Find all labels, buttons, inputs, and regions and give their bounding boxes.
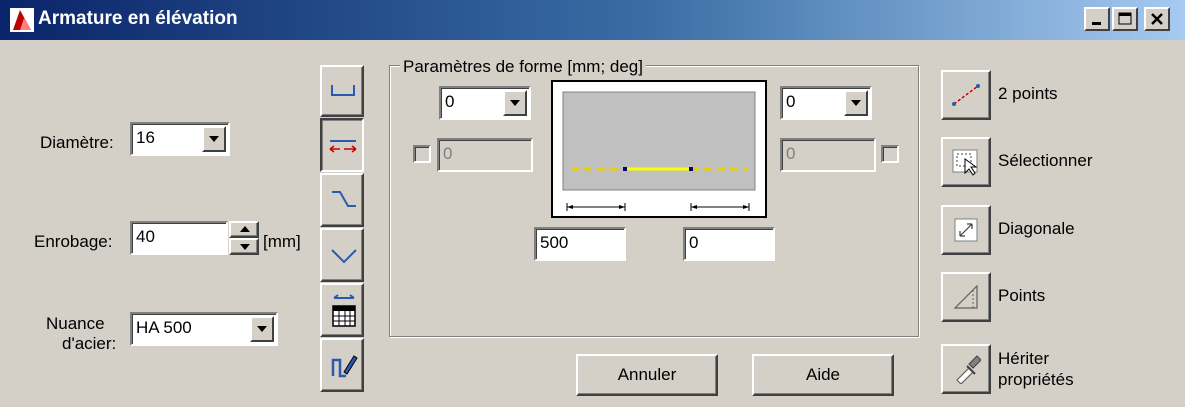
nuance-label-line2: d'acier: <box>62 334 117 353</box>
maximize-button[interactable] <box>1112 7 1138 31</box>
help-button[interactable]: Aide <box>752 354 894 396</box>
enrobage-unit: [mm] <box>263 232 301 251</box>
bent-down-icon <box>331 249 357 264</box>
inherit-label-line2: propriétés <box>998 370 1074 389</box>
enrobage-label: Enrobage: <box>34 232 113 251</box>
select-button[interactable] <box>941 137 991 187</box>
u-shape-button[interactable] <box>320 65 364 117</box>
right-angle-combo[interactable]: 0 <box>780 86 872 120</box>
eyedropper-icon <box>956 355 981 384</box>
right-hook-value: 0 <box>786 144 796 163</box>
left-hook-value: 0 <box>443 144 453 163</box>
left-hook-field[interactable]: 0 <box>437 138 533 172</box>
edit-shape-button[interactable] <box>320 338 364 392</box>
points-icon <box>953 284 978 309</box>
title-bar[interactable]: Armature en élévation <box>0 0 1185 40</box>
length-left-value: 500 <box>540 233 569 252</box>
u-shape-icon <box>331 85 355 96</box>
crank-shape-button[interactable] <box>320 173 364 227</box>
dropdown-arrow-icon <box>510 100 520 106</box>
enrobage-input[interactable]: 40 <box>130 221 228 255</box>
right-angle-value: 0 <box>786 92 796 111</box>
diagonal-label: Diagonale <box>998 219 1075 238</box>
diametre-dropdown-button[interactable] <box>202 126 226 152</box>
nuance-dropdown-button[interactable] <box>250 316 274 342</box>
points-label: Points <box>998 286 1046 305</box>
diametre-combo[interactable]: 16 <box>130 122 230 156</box>
cancel-label: Annuler <box>617 365 677 384</box>
spin-down-icon <box>240 244 250 250</box>
right-hook-checkbox[interactable] <box>881 145 899 163</box>
nuance-value: HA 500 <box>136 318 192 337</box>
dropdown-arrow-icon <box>209 136 219 142</box>
select-label: Sélectionner <box>998 151 1093 170</box>
app-icon <box>10 8 34 32</box>
bent-down-button[interactable] <box>320 228 364 282</box>
two-points-label: 2 points <box>998 84 1058 103</box>
dropdown-arrow-icon <box>257 326 267 332</box>
minimize-button[interactable] <box>1084 7 1110 31</box>
edit-shape-icon <box>331 355 358 378</box>
two-points-button[interactable] <box>941 70 991 120</box>
left-angle-dropdown-button[interactable] <box>503 90 527 116</box>
inherit-properties-button[interactable] <box>941 344 991 394</box>
length-right-value: 0 <box>689 233 699 252</box>
straight-bar-icon <box>329 140 357 153</box>
calendar-button[interactable] <box>320 283 364 337</box>
maximize-icon <box>1118 12 1132 25</box>
diagonal-button[interactable] <box>941 205 991 255</box>
cancel-button[interactable]: Annuler <box>576 354 718 396</box>
shape-preview <box>551 80 767 218</box>
crank-icon <box>332 191 356 207</box>
minimize-icon <box>1092 22 1101 25</box>
enrobage-spin-down[interactable] <box>229 238 259 255</box>
length-left-input[interactable]: 500 <box>534 227 626 261</box>
enrobage-value: 40 <box>136 227 155 246</box>
two-points-icon <box>952 84 980 106</box>
nuance-label-line1: Nuance <box>46 314 105 333</box>
shape-params-title: Paramètres de forme [mm; deg] <box>400 57 646 77</box>
diagonal-icon <box>954 218 978 242</box>
nuance-combo[interactable]: HA 500 <box>130 312 278 346</box>
diametre-label: Diamètre: <box>40 133 114 152</box>
close-icon <box>1151 13 1163 25</box>
left-hook-checkbox[interactable] <box>413 145 431 163</box>
select-icon <box>952 149 978 176</box>
inherit-label-line1: Hériter <box>998 349 1050 368</box>
left-angle-combo[interactable]: 0 <box>439 86 531 120</box>
dropdown-arrow-icon <box>851 100 861 106</box>
enrobage-spin-up[interactable] <box>229 221 259 238</box>
window-title: Armature en élévation <box>38 8 238 29</box>
points-button[interactable] <box>941 272 991 322</box>
length-right-input[interactable]: 0 <box>683 227 775 261</box>
help-label: Aide <box>805 365 841 384</box>
left-angle-value: 0 <box>445 92 455 111</box>
spin-up-icon <box>240 226 250 232</box>
right-hook-field[interactable]: 0 <box>780 138 876 172</box>
right-angle-dropdown-button[interactable] <box>844 90 868 116</box>
straight-bar-button[interactable] <box>320 118 364 172</box>
close-button[interactable] <box>1144 7 1170 31</box>
calendar-icon <box>332 294 356 327</box>
diametre-value: 16 <box>136 128 155 147</box>
